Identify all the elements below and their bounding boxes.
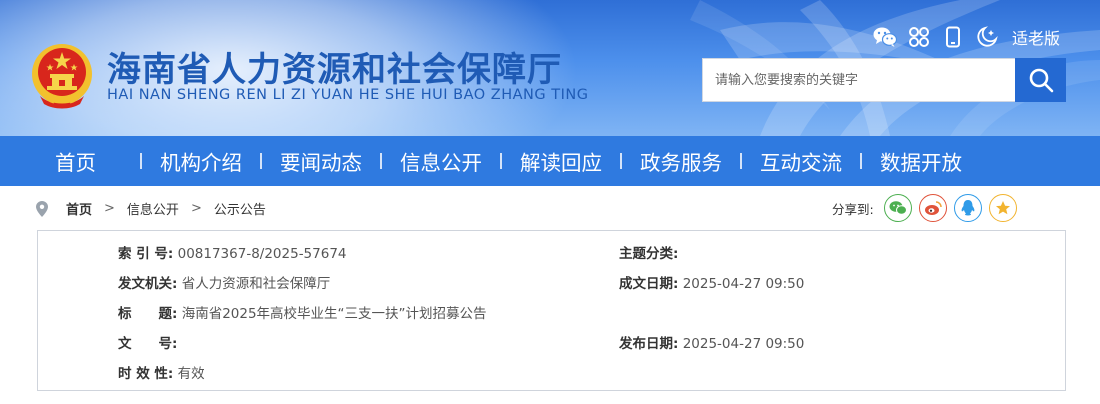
- search-box: [702, 58, 1066, 102]
- nav-separator: [500, 153, 502, 169]
- night-mode-icon[interactable]: [970, 22, 1004, 52]
- search-input[interactable]: [702, 58, 1015, 102]
- nav-separator: [140, 153, 142, 169]
- nav-item-interpretation[interactable]: 解读回应: [520, 146, 602, 176]
- info-published-label: 发布日期:: [619, 336, 679, 352]
- info-created-value: 2025-04-27 09:50: [682, 276, 805, 292]
- wechat-share-icon[interactable]: [883, 194, 912, 222]
- nav-separator: [740, 153, 742, 169]
- info-published-date: 发布日期: 2025-04-27 09:50: [619, 332, 804, 352]
- document-info-table: 索 引 号: 00817367-8/2025-57674 主题分类: 发文机关:…: [37, 230, 1066, 391]
- site-title-english: HAI NAN SHENG REN LI ZI YUAN HE SHE HUI …: [107, 87, 589, 103]
- info-validity-label: 时 效 性:: [118, 366, 174, 382]
- wechat-icon[interactable]: [868, 22, 902, 52]
- nav-separator: [860, 153, 862, 169]
- nav-separator: [380, 153, 382, 169]
- info-validity-value: 有效: [177, 366, 205, 382]
- site-title: 海南省人力资源和社会保障厅: [107, 50, 562, 90]
- national-emblem-logo: [32, 44, 92, 109]
- info-title-label: 标 题:: [118, 306, 178, 322]
- nav-item-disclosure[interactable]: 信息公开: [400, 146, 482, 176]
- info-created-label: 成文日期:: [619, 276, 679, 292]
- apps-icon[interactable]: [902, 22, 936, 52]
- share-label: 分享到:: [832, 201, 874, 217]
- info-docno: 文 号:: [118, 332, 177, 352]
- breadcrumb-separator: >: [190, 201, 202, 216]
- info-title: 标 题: 海南省2025年高校毕业生“三支一扶”计划招募公告: [118, 302, 487, 322]
- nav-item-home[interactable]: 首页: [55, 146, 96, 176]
- nav-item-open-data[interactable]: 数据开放: [880, 146, 962, 176]
- info-issuer-label: 发文机关:: [118, 276, 178, 292]
- search-button[interactable]: [1015, 58, 1066, 102]
- info-validity: 时 效 性: 有效: [118, 362, 205, 382]
- location-pin-icon: [36, 200, 48, 217]
- search-icon: [1029, 68, 1053, 93]
- info-issuer: 发文机关: 省人力资源和社会保障厅: [118, 272, 330, 292]
- site-header: 海南省人力资源和社会保障厅 HAI NAN SHENG REN LI ZI YU…: [0, 0, 1100, 136]
- share-bar: 分享到:: [832, 194, 1024, 222]
- breadcrumb-bar: 首页 > 信息公开 > 公示公告 分享到:: [0, 186, 1100, 230]
- nav-separator: [620, 153, 622, 169]
- info-index-value: 00817367-8/2025-57674: [177, 246, 347, 262]
- mobile-icon[interactable]: [936, 22, 970, 52]
- info-published-value: 2025-04-27 09:50: [682, 336, 805, 352]
- breadcrumb: 首页 > 信息公开 > 公示公告: [36, 199, 266, 218]
- info-docno-label: 文 号:: [118, 336, 178, 352]
- info-title-value: 海南省2025年高校毕业生“三支一扶”计划招募公告: [181, 306, 487, 322]
- info-index-label: 索 引 号:: [118, 246, 174, 262]
- nav-item-interaction[interactable]: 互动交流: [760, 146, 842, 176]
- breadcrumb-separator: >: [104, 201, 115, 216]
- info-index: 索 引 号: 00817367-8/2025-57674: [118, 242, 347, 262]
- qzone-icon[interactable]: [988, 194, 1017, 222]
- info-category-label: 主题分类:: [619, 246, 679, 262]
- breadcrumb-announcements[interactable]: 公示公告: [214, 199, 266, 218]
- nav-item-about[interactable]: 机构介绍: [160, 146, 242, 176]
- elderly-mode-link[interactable]: 适老版: [1012, 25, 1060, 49]
- main-nav: 首页 机构介绍 要闻动态 信息公开 解读回应 政务服务 互动交流 数据开放: [0, 136, 1100, 186]
- breadcrumb-home[interactable]: 首页: [66, 199, 92, 218]
- qq-icon[interactable]: [953, 194, 982, 222]
- info-created-date: 成文日期: 2025-04-27 09:50: [619, 272, 804, 292]
- weibo-icon[interactable]: [918, 194, 947, 222]
- header-tools: 适老版: [868, 22, 1060, 52]
- nav-separator: [260, 153, 262, 169]
- nav-item-news[interactable]: 要闻动态: [280, 146, 362, 176]
- info-issuer-value: 省人力资源和社会保障厅: [181, 276, 331, 292]
- nav-item-services[interactable]: 政务服务: [640, 146, 722, 176]
- info-category: 主题分类:: [619, 242, 678, 262]
- breadcrumb-disclosure[interactable]: 信息公开: [127, 199, 179, 218]
